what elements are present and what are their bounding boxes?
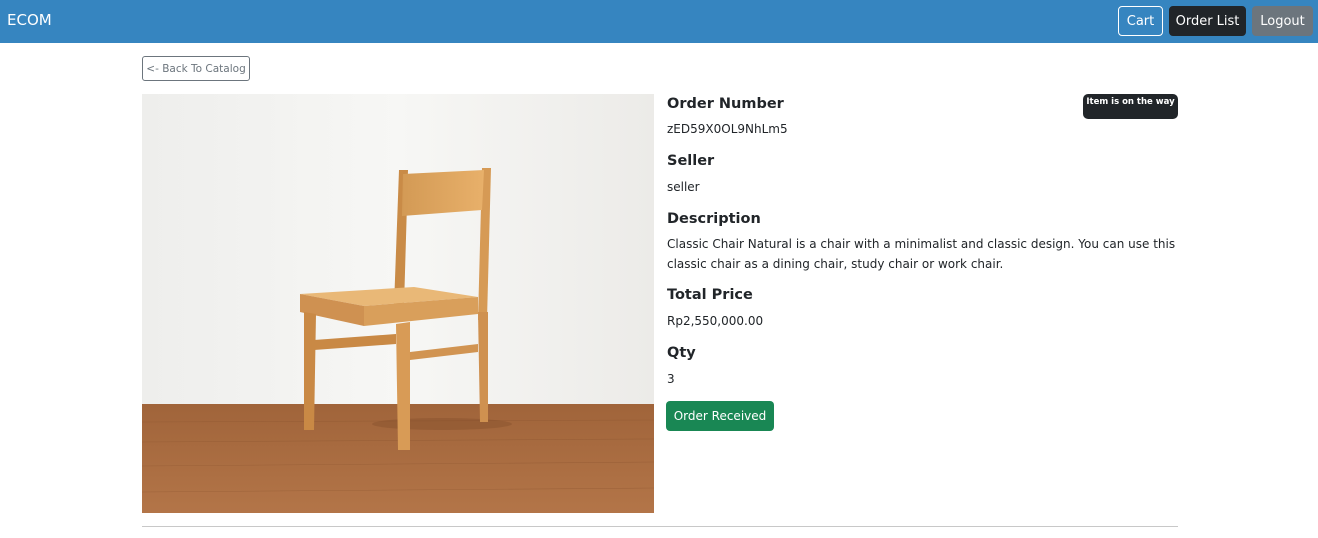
description-label: Description: [667, 211, 761, 227]
seller-value: seller: [667, 180, 700, 194]
status-badge: Item is on the way: [1083, 94, 1178, 119]
order-received-button[interactable]: Order Received: [666, 401, 774, 431]
brand-logo[interactable]: ECOM: [7, 11, 52, 29]
back-to-catalog-button[interactable]: <- Back To Catalog: [142, 56, 250, 81]
seller-label: Seller: [667, 153, 715, 169]
order-number-label: Order Number: [667, 96, 784, 112]
description-value: Classic Chair Natural is a chair with a …: [667, 237, 1176, 271]
total-price-value: Rp2,550,000.00: [667, 314, 764, 328]
total-price-label: Total Price: [667, 287, 753, 303]
qty-label: Qty: [667, 345, 696, 361]
navbar: ECOM Cart Order List Logout: [0, 0, 1318, 43]
order-list-button[interactable]: Order List: [1169, 6, 1246, 36]
logout-button[interactable]: Logout: [1252, 6, 1313, 36]
qty-value: 3: [667, 372, 675, 386]
cart-button[interactable]: Cart: [1118, 6, 1163, 36]
product-image: [142, 94, 654, 513]
order-number-value: zED59X0OL9NhLm5: [667, 122, 788, 136]
divider: [142, 526, 1178, 527]
